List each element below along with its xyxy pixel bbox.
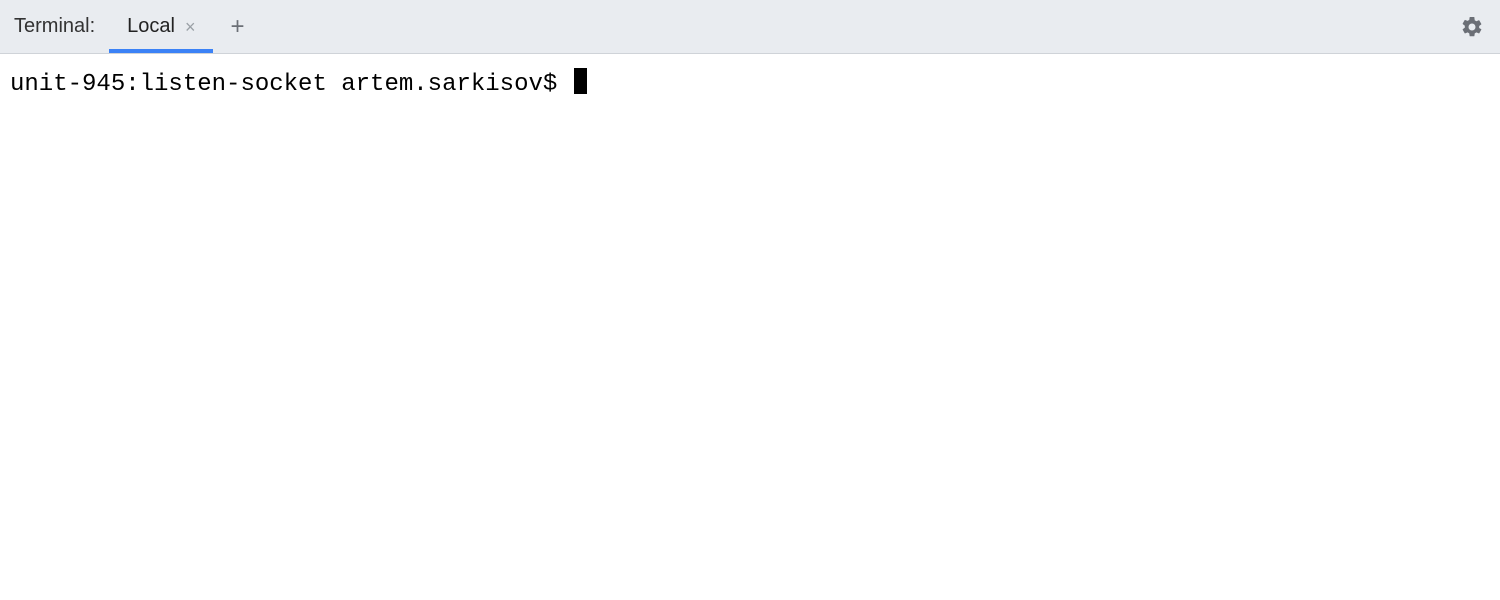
terminal-panel: Terminal: Local × + unit-945:listen-sock… [0,0,1500,600]
close-tab-icon[interactable]: × [185,18,196,36]
terminal-tabbar: Terminal: Local × + [0,0,1500,54]
gear-icon [1460,15,1484,39]
panel-title: Terminal: [0,0,109,53]
plus-icon: + [230,13,244,41]
terminal-output[interactable]: unit-945:listen-socket artem.sarkisov$ [0,54,1500,600]
tabbar-spacer [261,0,1444,53]
terminal-prompt: unit-945:listen-socket artem.sarkisov$ [10,71,572,98]
tab-local[interactable]: Local × [109,0,213,53]
terminal-cursor [574,68,587,94]
new-tab-button[interactable]: + [213,0,261,53]
tab-label: Local [127,15,175,38]
settings-button[interactable] [1444,0,1500,53]
panel-title-text: Terminal: [14,15,95,38]
